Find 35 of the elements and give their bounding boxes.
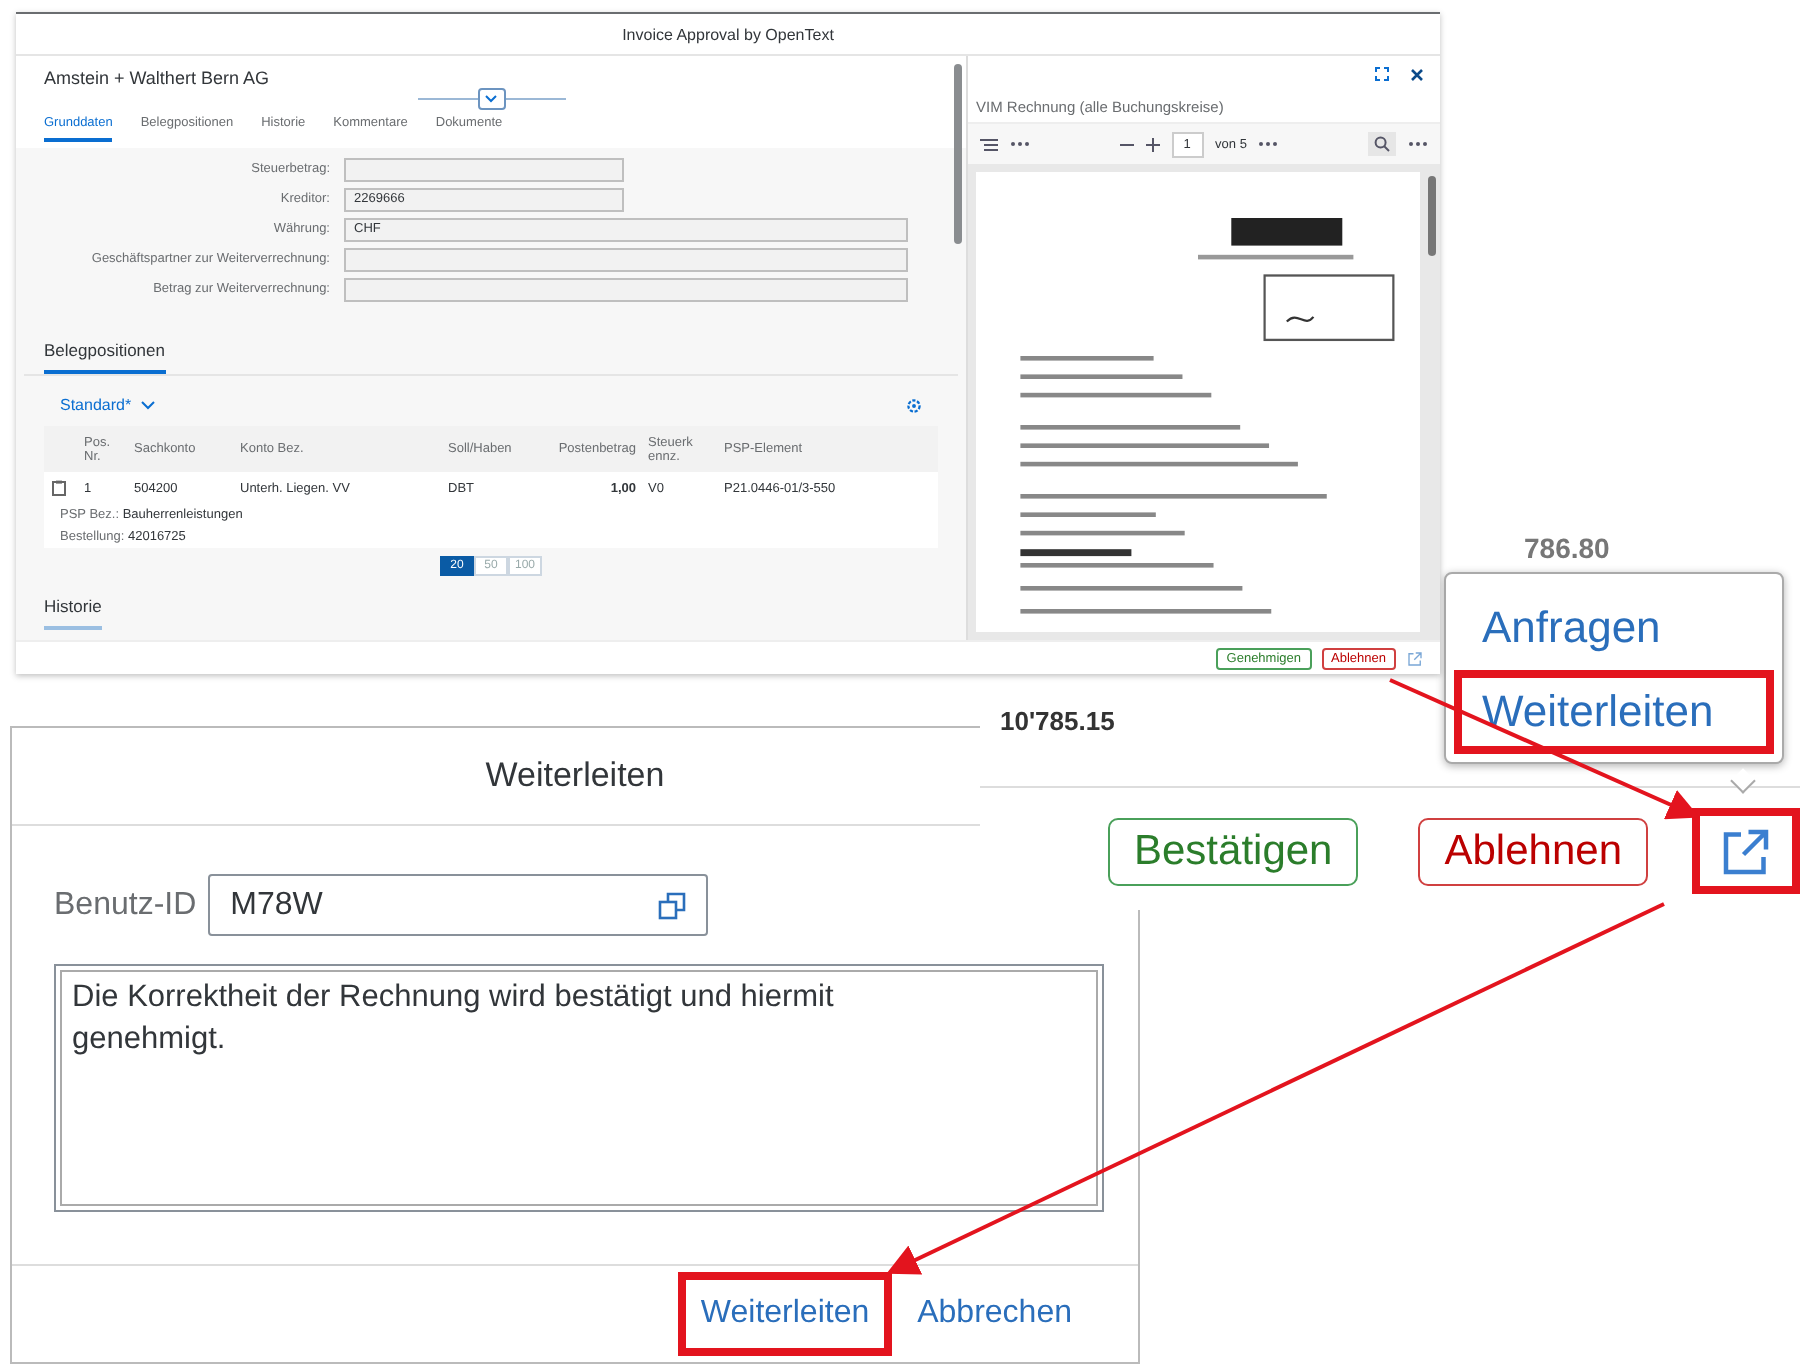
settings-icon[interactable] bbox=[906, 397, 922, 413]
more-icon[interactable] bbox=[1258, 140, 1279, 148]
scrollbar[interactable] bbox=[954, 64, 962, 244]
expand-icon[interactable] bbox=[1374, 66, 1390, 82]
input-field[interactable] bbox=[344, 277, 908, 301]
search-button[interactable] bbox=[1368, 132, 1396, 156]
share-button[interactable] bbox=[1692, 808, 1800, 894]
reject-button[interactable]: Ablehnen bbox=[1418, 817, 1648, 885]
chevron-icon bbox=[484, 94, 498, 104]
cancel-button[interactable]: Abbrechen bbox=[895, 1272, 1094, 1356]
amount-text: 10'785.15 bbox=[1000, 706, 1115, 736]
company-name: Amstein + Walthert Bern AG bbox=[44, 68, 271, 88]
chevron-icon bbox=[139, 400, 156, 410]
input-field[interactable] bbox=[344, 247, 908, 271]
input-field[interactable] bbox=[344, 157, 624, 181]
amount-text: 786.80 bbox=[1524, 532, 1610, 564]
more-icon[interactable] bbox=[1010, 140, 1030, 148]
dialog-title: Weiterleiten bbox=[485, 756, 665, 796]
approve-button[interactable]: Bestätigen bbox=[1108, 817, 1359, 885]
close-icon[interactable] bbox=[1410, 67, 1424, 81]
menu-item[interactable]: Anfragen bbox=[1454, 586, 1774, 670]
app-title: Invoice Approval by OpenText bbox=[622, 25, 834, 43]
variant-selector[interactable]: Standard* bbox=[60, 396, 156, 414]
collapse-header-button[interactable] bbox=[477, 88, 505, 110]
menu-item[interactable]: Weiterleiten bbox=[1454, 670, 1774, 754]
value-help-icon[interactable] bbox=[658, 891, 687, 919]
section-title: Historie bbox=[44, 596, 102, 630]
clipboard-icon[interactable] bbox=[52, 480, 66, 496]
field-label: Benutz-ID bbox=[54, 887, 197, 923]
forward-button[interactable]: Weiterleiten bbox=[678, 1272, 892, 1356]
user-id-field[interactable]: M78W bbox=[208, 874, 709, 936]
zoom-in-icon[interactable] bbox=[1145, 137, 1160, 151]
list-icon[interactable] bbox=[980, 137, 998, 151]
more-icon[interactable] bbox=[1408, 140, 1428, 148]
comment-field[interactable]: Die Korrektheit der Rechnung wird bestätigt und hiermit genehmigt. bbox=[54, 964, 1104, 1212]
